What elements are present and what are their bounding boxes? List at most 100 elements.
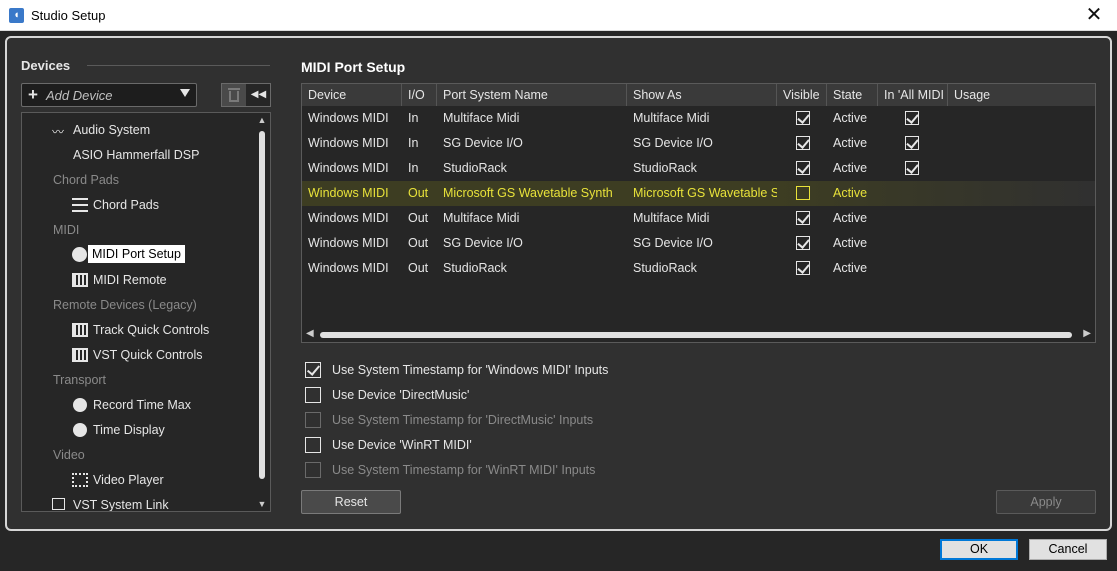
midi-connector-icon xyxy=(72,247,87,262)
table-horizontal-scrollbar[interactable]: ◀ ▶ xyxy=(302,328,1095,342)
add-device-dropdown[interactable]: + Add Device xyxy=(21,83,197,107)
scroll-left-icon[interactable]: ◀ xyxy=(306,328,314,339)
cell-show-as[interactable]: StudioRack xyxy=(627,156,777,181)
scrollbar-thumb[interactable] xyxy=(320,332,1072,338)
tree-item-midi-port-setup[interactable]: MIDI Port Setup xyxy=(22,243,258,268)
cell-show-as[interactable]: Multiface Midi xyxy=(627,106,777,131)
audio-wave-icon: 〰 xyxy=(52,125,64,139)
remove-device-button[interactable] xyxy=(222,84,246,106)
reset-button[interactable]: Reset xyxy=(301,490,401,514)
tree-item-vst-quick-controls[interactable]: VST Quick Controls xyxy=(22,343,258,368)
tree-item-track-quick-controls[interactable]: Track Quick Controls xyxy=(22,318,258,343)
tree-category-video[interactable]: Video xyxy=(22,443,258,468)
table-row[interactable]: Windows MIDI In Multiface Midi Multiface Mi… xyxy=(302,106,1095,131)
cell-show-as[interactable]: StudioRack xyxy=(627,256,777,281)
tree-item-asio-hammerfall[interactable]: ASIO Hammerfall DSP xyxy=(22,143,258,168)
cell-port-system-name: StudioRack xyxy=(443,261,507,275)
tree-item-vst-system-link[interactable]: VST System Link xyxy=(22,493,258,511)
column-header-visible[interactable]: Visible xyxy=(777,84,827,106)
devices-heading: Devices xyxy=(21,58,71,73)
column-header-usage[interactable]: Usage xyxy=(948,84,1095,106)
table-row[interactable]: Windows MIDI Out StudioRack StudioRack Activ… xyxy=(302,256,1095,281)
cell-port-system-name: Multiface Midi xyxy=(443,111,520,125)
table-header: Device I/O Port System Name Show As Visi… xyxy=(302,84,1095,106)
apply-button[interactable]: Apply xyxy=(996,490,1096,514)
column-header-port-system-name[interactable]: Port System Name xyxy=(437,84,627,106)
cell-io: In xyxy=(408,111,419,125)
table-row[interactable]: Windows MIDI In StudioRack StudioRack Active xyxy=(302,156,1095,181)
tree-category-midi[interactable]: MIDI xyxy=(22,218,258,243)
column-header-state[interactable]: State xyxy=(827,84,878,106)
ok-button[interactable]: OK xyxy=(940,539,1018,560)
cell-state: Active xyxy=(833,236,868,250)
cell-device: Windows MIDI xyxy=(308,236,389,250)
all-midi-inputs-checkbox[interactable] xyxy=(905,136,919,150)
table-row[interactable]: Windows MIDI In SG Device I/O SG Device I/O… xyxy=(302,131,1095,156)
all-midi-inputs-checkbox[interactable] xyxy=(905,111,919,125)
cell-io: Out xyxy=(408,211,429,225)
cancel-button[interactable]: Cancel xyxy=(1029,539,1107,560)
tree-category-transport[interactable]: Transport xyxy=(22,368,258,393)
visible-checkbox[interactable] xyxy=(796,261,810,275)
cell-state: Active xyxy=(833,136,868,150)
cell-show-as[interactable]: SG Device I/O xyxy=(627,131,777,156)
tree-category-chord-pads[interactable]: Chord Pads xyxy=(22,168,258,193)
option-checkbox[interactable] xyxy=(305,437,321,453)
scroll-down-icon[interactable]: ▼ xyxy=(257,499,267,509)
add-device-label: Add Device xyxy=(46,88,113,103)
option-label: Use System Timestamp for 'Windows MIDI' … xyxy=(332,363,609,377)
visible-checkbox[interactable] xyxy=(796,111,810,125)
option-label: Use Device 'WinRT MIDI' xyxy=(332,438,472,452)
visible-checkbox[interactable] xyxy=(796,236,810,250)
cell-state: Active xyxy=(833,161,868,175)
column-header-io[interactable]: I/O xyxy=(402,84,437,106)
column-header-show-as[interactable]: Show As xyxy=(627,84,777,106)
midi-port-table: Device I/O Port System Name Show As Visi… xyxy=(301,83,1096,343)
cell-device: Windows MIDI xyxy=(308,186,389,200)
window-body: Devices + Add Device ◀◀ 〰 Audio System A… xyxy=(0,31,1117,571)
tree-item-midi-remote[interactable]: MIDI Remote xyxy=(22,268,258,293)
cell-device: Windows MIDI xyxy=(308,136,389,150)
cell-state: Active xyxy=(833,211,868,225)
tree-item-record-time-max[interactable]: Record Time Max xyxy=(22,393,258,418)
cell-port-system-name: Multiface Midi xyxy=(443,211,520,225)
cell-show-as[interactable]: Multiface Midi xyxy=(627,206,777,231)
tree-item-chord-pads[interactable]: Chord Pads xyxy=(22,193,258,218)
visible-checkbox[interactable] xyxy=(796,161,810,175)
table-row[interactable]: Windows MIDI Out SG Device I/O SG Device I/… xyxy=(302,231,1095,256)
clock-icon xyxy=(73,423,87,437)
cell-io: Out xyxy=(408,186,429,200)
tree-scrollbar[interactable]: ▲ ▼ xyxy=(256,113,268,511)
tree-item-video-player[interactable]: Video Player xyxy=(22,468,258,493)
option-checkbox[interactable] xyxy=(305,362,321,378)
cell-io: Out xyxy=(408,261,429,275)
tree-category-remote-devices[interactable]: Remote Devices (Legacy) xyxy=(22,293,258,318)
column-header-device[interactable]: Device xyxy=(302,84,402,106)
section-title: MIDI Port Setup xyxy=(301,59,406,75)
all-midi-inputs-checkbox[interactable] xyxy=(905,161,919,175)
scroll-right-icon[interactable]: ▶ xyxy=(1083,328,1091,339)
cell-state: Active xyxy=(833,186,868,200)
option-checkbox[interactable] xyxy=(305,387,321,403)
cell-device: Windows MIDI xyxy=(308,111,389,125)
visible-checkbox[interactable] xyxy=(796,136,810,150)
close-icon[interactable]: ✕ xyxy=(1083,4,1105,26)
device-toolbar: ◀◀ xyxy=(221,83,271,107)
option-label: Use System Timestamp for 'WinRT MIDI' In… xyxy=(332,463,596,477)
reset-device-icon[interactable]: ◀◀ xyxy=(247,84,270,106)
cell-device: Windows MIDI xyxy=(308,261,389,275)
video-frame-icon xyxy=(72,473,88,487)
option-label: Use System Timestamp for 'DirectMusic' I… xyxy=(332,413,594,427)
column-header-all-midi-inputs[interactable]: In 'All MIDI Inputs' xyxy=(878,84,948,106)
tree-item-audio-system[interactable]: 〰 Audio System xyxy=(22,118,258,143)
table-row[interactable]: Windows MIDI Out Multiface Midi Multiface M… xyxy=(302,206,1095,231)
tree-item-time-display[interactable]: Time Display xyxy=(22,418,258,443)
cell-show-as[interactable]: SG Device I/O xyxy=(627,231,777,256)
cell-show-as[interactable]: Microsoft GS Wavetable Synth xyxy=(627,181,777,206)
visible-checkbox[interactable] xyxy=(796,186,810,200)
chevron-down-icon xyxy=(180,89,190,97)
visible-checkbox[interactable] xyxy=(796,211,810,225)
table-row[interactable]: Windows MIDI Out Microsoft GS Wavetable Sy… xyxy=(302,181,1095,206)
scroll-up-icon[interactable]: ▲ xyxy=(257,115,267,125)
scrollbar-thumb[interactable] xyxy=(259,131,265,479)
